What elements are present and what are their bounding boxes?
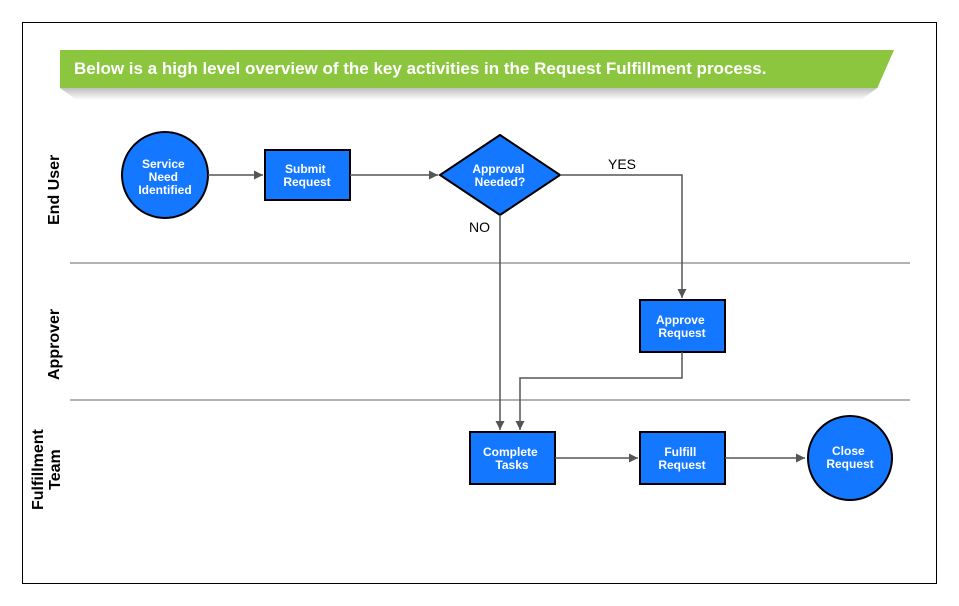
edge-approve-to-complete — [520, 352, 682, 430]
edge-label-no: NO — [469, 219, 490, 235]
node-text-line: Approve — [656, 313, 705, 327]
node-text-line: Need — [149, 170, 178, 184]
node-text-line: Request — [283, 175, 330, 189]
svg-text:Approve Request: Approve Request — [656, 313, 708, 340]
node-text-line: Close — [832, 444, 865, 458]
node-complete-tasks: Complete Tasks — [470, 432, 555, 484]
diagram-frame: Below is a high level overview of the ke… — [0, 0, 959, 606]
node-text-line: Tasks — [495, 458, 528, 472]
node-text-line: Approval — [472, 162, 524, 176]
node-text-line: Submit — [285, 162, 326, 176]
node-submit-request: Submit Request — [265, 150, 350, 200]
edge-label-yes: YES — [608, 156, 636, 172]
node-text-line: Fulfill — [664, 445, 696, 459]
edge-approval-yes — [560, 175, 682, 298]
node-text-line: Service — [142, 157, 185, 171]
node-text-line: Request — [826, 457, 873, 471]
node-close-request: Close Request — [808, 416, 892, 500]
node-text-line: Complete — [483, 445, 538, 459]
node-approve-request: Approve Request — [640, 300, 725, 352]
svg-text:Approval Needed?: Approval Needed? — [472, 162, 527, 189]
svg-text:Submit Request: Submit Request — [283, 162, 330, 189]
flowchart-svg: Service Need Identified Submit Request A… — [0, 0, 959, 606]
node-text-line: Request — [658, 458, 705, 472]
svg-text:Fulfill Request: Fulfill Request — [658, 445, 705, 472]
node-text-line: Request — [658, 326, 705, 340]
svg-text:Close Request: Close Request — [826, 444, 873, 471]
node-fulfill-request: Fulfill Request — [640, 432, 725, 484]
node-text-line: Identified — [138, 183, 191, 197]
node-service-need-identified: Service Need Identified — [122, 132, 208, 218]
node-approval-needed: Approval Needed? — [440, 135, 560, 215]
node-text-line: Needed? — [475, 175, 526, 189]
